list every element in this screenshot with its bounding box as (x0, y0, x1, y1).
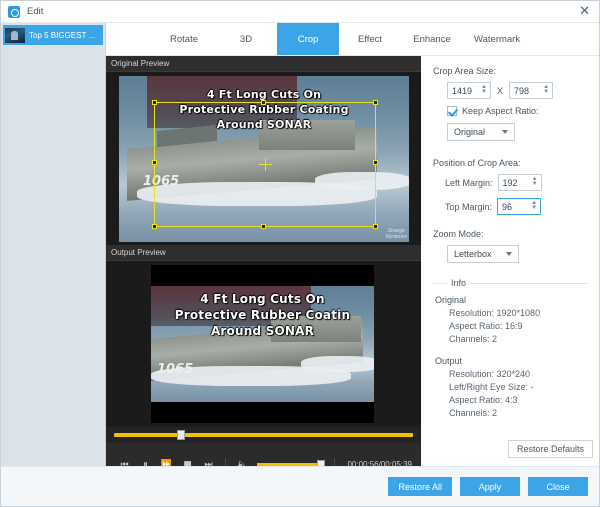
crop-area-size-label: Crop Area Size: (433, 66, 587, 76)
edit-window: Edit ✕ Top 5 BIGGEST ... Rotate 3D Crop … (0, 0, 600, 507)
info-output-heading: Output (435, 356, 587, 366)
sidebar-item-label: Top 5 BIGGEST ... (29, 31, 95, 40)
crop-handle-top-right[interactable] (373, 100, 378, 105)
zoom-mode-chevron-down-icon (506, 252, 512, 256)
original-preview-label: Original Preview (106, 56, 421, 72)
zoom-mode-value: Letterbox (454, 249, 492, 259)
edit-tab-bar: Rotate 3D Crop Effect Enhance Watermark (106, 23, 599, 56)
crop-handle-middle-left[interactable] (152, 160, 157, 165)
keep-aspect-ratio-checkbox[interactable] (447, 106, 457, 116)
info-original-resolution: Resolution: 1920*1080 (449, 308, 587, 318)
out-caption-line-1: 4 Ft Long Cuts On (151, 292, 374, 306)
left-margin-stepper[interactable]: ▲▼ (498, 174, 542, 191)
close-button[interactable]: Close (528, 477, 588, 496)
sidebar-item-video-0[interactable]: Top 5 BIGGEST ... (3, 25, 103, 45)
keep-aspect-ratio-label: Keep Aspect Ratio: (462, 106, 539, 116)
tab-watermark[interactable]: Watermark (463, 23, 531, 55)
out-caption-line-2: Protective Rubber Coatin (151, 308, 374, 322)
info-output-eye-size: Left/Right Eye Size: - (449, 382, 587, 392)
aspect-ratio-select[interactable]: Original (447, 123, 515, 141)
zoom-mode-label: Zoom Mode: (433, 229, 587, 239)
left-margin-arrows-icon[interactable]: ▲▼ (532, 177, 538, 187)
file-list-sidebar: Top 5 BIGGEST ... (1, 23, 106, 486)
crop-width-arrows-icon[interactable]: ▲▼ (481, 85, 487, 95)
info-original-channels: Channels: 2 (449, 334, 587, 344)
output-preview-body: 1065 4 Ft Long Cuts On Protective Rubber… (106, 261, 421, 427)
crop-handle-bottom-left[interactable] (152, 224, 157, 229)
top-margin-input[interactable] (498, 199, 528, 214)
out-scene-stern-wake (301, 356, 374, 372)
crop-handle-bottom-center[interactable] (261, 224, 266, 229)
left-margin-label: Left Margin: (445, 178, 493, 188)
video-thumbnail-icon (5, 28, 25, 43)
info-output-channels: Channels: 2 (449, 408, 587, 418)
crop-height-arrows-icon[interactable]: ▲▼ (543, 85, 549, 95)
crop-handle-bottom-right[interactable] (373, 224, 378, 229)
keep-aspect-ratio-row[interactable]: Keep Aspect Ratio: (447, 106, 587, 116)
original-preview-body: 1065 4 Ft Long Cuts On Protective Rubber… (106, 72, 421, 245)
left-margin-input[interactable] (499, 175, 529, 190)
top-margin-label: Top Margin: (445, 202, 492, 212)
output-video-frame: 1065 4 Ft Long Cuts On Protective Rubber… (151, 286, 374, 402)
crop-settings-panel: Crop Area Size: ▲▼ X ▲▼ Keep Aspect Rati… (421, 56, 599, 464)
scene-watermark-line-2: Mysteries (386, 235, 407, 241)
crop-size-row: ▲▼ X ▲▼ (433, 82, 587, 99)
apply-button[interactable]: Apply (460, 477, 520, 496)
crop-center-crosshair-icon (259, 158, 272, 171)
seek-bar-container (106, 427, 421, 443)
top-margin-stepper[interactable]: ▲▼ (497, 198, 541, 215)
seek-bar[interactable] (114, 433, 413, 437)
crop-handle-top-left[interactable] (152, 100, 157, 105)
seek-thumb[interactable] (177, 430, 185, 440)
size-separator: X (497, 86, 503, 96)
crop-selection-box[interactable] (154, 102, 376, 227)
title-bar: Edit ✕ (1, 1, 599, 23)
chevron-down-icon (502, 130, 508, 134)
aspect-ratio-value: Original (454, 127, 485, 137)
tab-effect[interactable]: Effect (339, 23, 401, 55)
info-legend: Info (447, 278, 470, 288)
tab-crop[interactable]: Crop (277, 23, 339, 55)
crop-height-stepper[interactable]: ▲▼ (509, 82, 553, 99)
position-of-crop-area-label: Position of Crop Area: (433, 158, 587, 168)
tab-rotate[interactable]: Rotate (153, 23, 215, 55)
preview-column: Original Preview 1065 4 Ft Long Cuts On … (106, 56, 421, 486)
info-section: Info Original Resolution: 1920*1080 Aspe… (433, 283, 587, 418)
top-margin-arrows-icon[interactable]: ▲▼ (531, 201, 537, 211)
zoom-mode-select[interactable]: Letterbox (447, 245, 519, 263)
crop-handle-middle-right[interactable] (373, 160, 378, 165)
restore-all-button[interactable]: Restore All (388, 477, 452, 496)
left-margin-row: Left Margin: ▲▼ (445, 174, 587, 191)
output-preview-label: Output Preview (106, 245, 421, 261)
tab-enhance[interactable]: Enhance (401, 23, 463, 55)
info-original-heading: Original (435, 295, 587, 305)
out-caption-line-3: Around SONAR (151, 324, 374, 338)
close-icon[interactable]: ✕ (579, 5, 590, 18)
info-output-resolution: Resolution: 320*240 (449, 369, 587, 379)
top-margin-row: Top Margin: ▲▼ (445, 198, 587, 215)
crop-width-stepper[interactable]: ▲▼ (447, 82, 491, 99)
crop-handle-top-center[interactable] (261, 100, 266, 105)
info-original-aspect-ratio: Aspect Ratio: 16:9 (449, 321, 587, 331)
crop-height-input[interactable] (510, 83, 540, 98)
edit-app-icon (8, 6, 20, 18)
crop-width-input[interactable] (448, 83, 478, 98)
tab-3d[interactable]: 3D (215, 23, 277, 55)
dialog-footer: Restore All Apply Close (1, 466, 599, 506)
window-title: Edit (27, 6, 43, 17)
output-letterbox-frame: 1065 4 Ft Long Cuts On Protective Rubber… (151, 265, 374, 423)
info-output-aspect-ratio: Aspect Ratio: 4:3 (449, 395, 587, 405)
restore-defaults-button[interactable]: Restore Defaults (508, 440, 593, 458)
out-scene-hull-number: 1065 (157, 362, 193, 377)
